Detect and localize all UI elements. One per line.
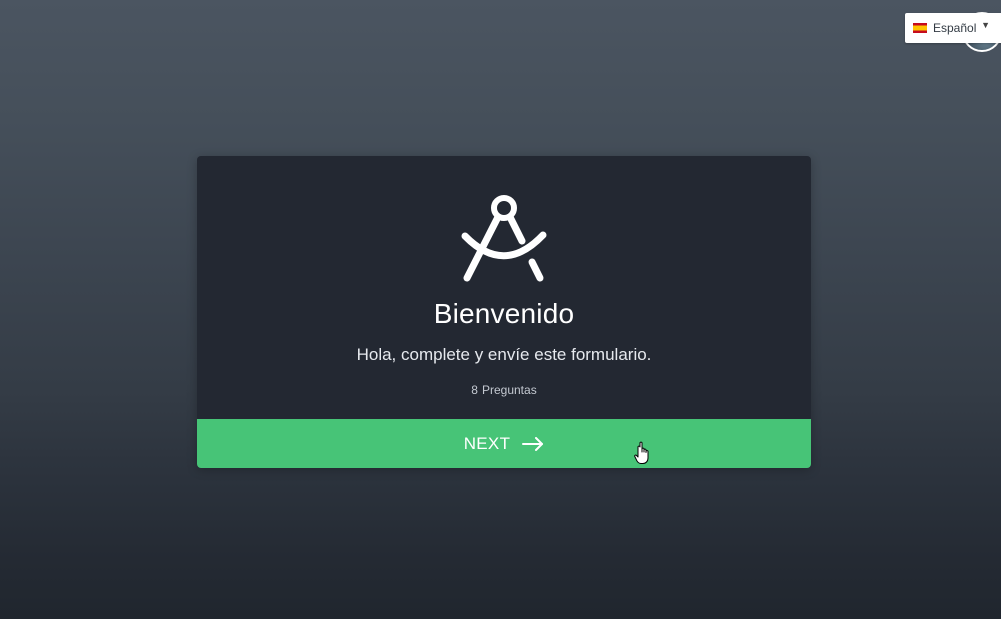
language-label: Español xyxy=(933,21,977,35)
question-count: 8 Preguntas xyxy=(197,383,811,397)
welcome-title: Bienvenido xyxy=(433,298,575,329)
welcome-subtitle: Hola, complete y envíe este formulario. xyxy=(356,345,652,364)
question-count-number: 8 xyxy=(471,383,478,397)
compass-icon xyxy=(461,195,547,282)
question-count-label: Preguntas xyxy=(481,383,537,397)
arrow-right-icon xyxy=(522,436,544,451)
next-button[interactable]: NEXT xyxy=(197,419,811,468)
next-button-label: NEXT xyxy=(463,433,511,453)
chevron-down-icon: ▼ xyxy=(981,20,990,30)
hand-cursor-icon xyxy=(634,441,649,464)
welcome-card: Bienvenido Hola, complete y envíe este f… xyxy=(197,156,811,468)
language-selector[interactable]: Español ▼ xyxy=(905,13,1001,43)
spain-flag-icon xyxy=(913,23,927,33)
